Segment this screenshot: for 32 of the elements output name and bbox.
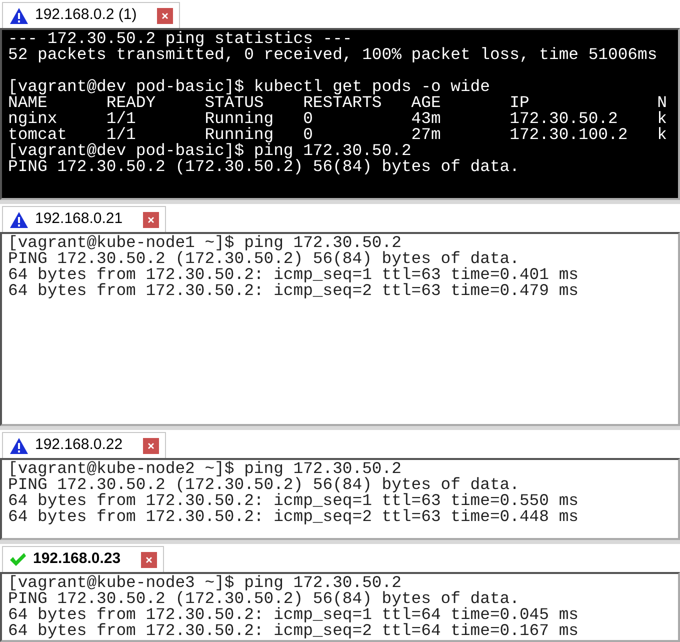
terminal-line: [vagrant@kube-node3 ~]$ ping 172.30.50.2 (8, 575, 402, 591)
terminal-panel[interactable] (0, 232, 680, 426)
terminal-line: [vagrant@dev pod-basic]$ kubectl get pods -o wide (8, 79, 491, 95)
session-tab[interactable]: 192.168.0.22 (2, 432, 166, 458)
terminal-line: PING 172.30.50.2 (172.30.50.2) 56(84) bytes of data. (8, 591, 520, 607)
terminal-line: tomcat 1/1 Running 0 27m 172.30.100.2 k (8, 127, 668, 143)
terminal-panel[interactable] (0, 458, 680, 540)
terminal-line: [vagrant@kube-node2 ~]$ ping 172.30.50.2 (8, 461, 402, 477)
terminal-line: 64 bytes from 172.30.50.2: icmp_seq=1 ttl=64 time=0.045 ms (8, 607, 580, 623)
terminal-line: 64 bytes from 172.30.50.2: icmp_seq=2 ttl=63 time=0.448 ms (8, 509, 580, 525)
terminal-line: 64 bytes from 172.30.50.2: icmp_seq=1 ttl=63 time=0.550 ms (8, 493, 580, 509)
terminal-line: 64 bytes from 172.30.50.2: icmp_seq=2 ttl=63 time=0.479 ms (8, 283, 580, 299)
terminal-line: nginx 1/1 Running 0 43m 172.30.50.2 k (8, 111, 668, 127)
terminal-line: 52 packets transmitted, 0 received, 100% packet loss, time 51006ms (8, 47, 658, 63)
session-tab[interactable]: 192.168.0.21 (2, 206, 166, 232)
terminal-line: --- 172.30.50.2 ping statistics --- (8, 31, 354, 47)
session-tab[interactable]: 192.168.0.2 (1) (2, 2, 180, 28)
terminal-panel[interactable] (0, 572, 680, 642)
close-icon[interactable] (142, 212, 159, 228)
session-tab[interactable]: 192.168.0.23 (2, 546, 164, 572)
close-icon[interactable] (156, 8, 173, 24)
close-icon[interactable] (142, 438, 159, 454)
terminal-line: 64 bytes from 172.30.50.2: icmp_seq=2 ttl=64 time=0.167 ms (8, 623, 580, 639)
terminal-line: 64 bytes from 172.30.50.2: icmp_seq=1 ttl=63 time=0.401 ms (8, 267, 580, 283)
terminal-line: PING 172.30.50.2 (172.30.50.2) 56(84) bytes of data. (8, 159, 520, 175)
terminal-line: NAME READY STATUS RESTARTS AGE IP N (8, 95, 668, 111)
terminal-line: [vagrant@kube-node1 ~]$ ping 172.30.50.2 (8, 235, 402, 251)
close-icon[interactable] (140, 552, 157, 568)
terminal-line: PING 172.30.50.2 (172.30.50.2) 56(84) bytes of data. (8, 251, 520, 267)
terminal-line: [vagrant@dev pod-basic]$ ping 172.30.50.2 (8, 143, 412, 159)
terminal-panel[interactable] (0, 28, 680, 200)
terminal-line: PING 172.30.50.2 (172.30.50.2) 56(84) bytes of data. (8, 477, 520, 493)
